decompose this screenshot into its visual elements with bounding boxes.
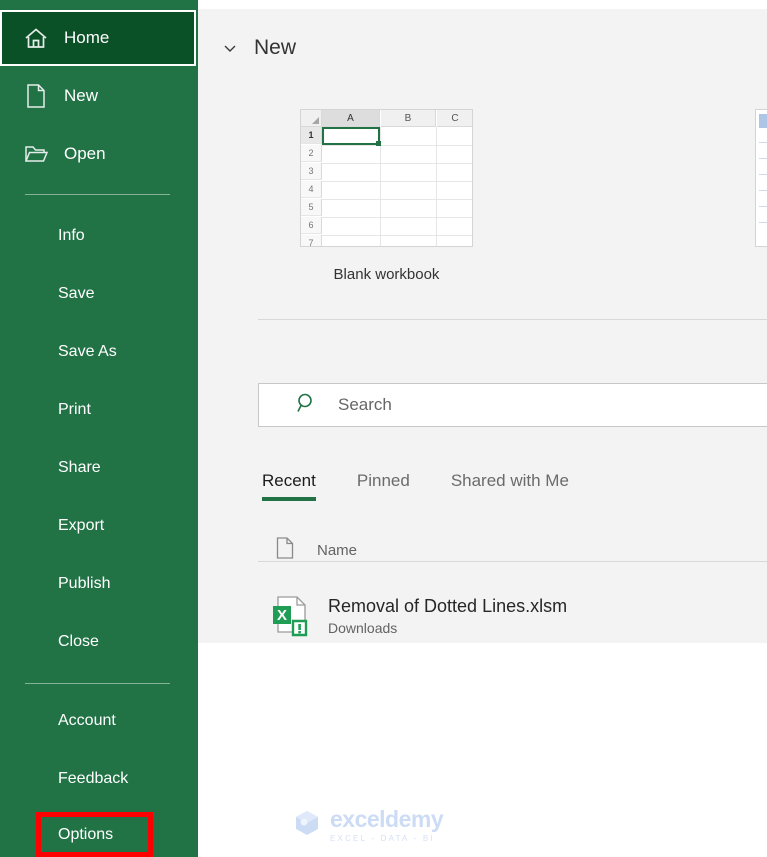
thumb-gridline (322, 217, 472, 218)
file-list-tabs: Recent Pinned Shared with Me (262, 471, 610, 501)
exceldemy-watermark: exceldemy EXCEL - DATA - BI (292, 806, 444, 844)
thumb-gridline (322, 199, 472, 200)
file-meta: Removal of Dotted Lines.xlsm Downloads (328, 596, 567, 636)
thumb-gridline (322, 235, 472, 236)
section-divider (258, 319, 767, 320)
thumb-selected-cell (322, 127, 381, 146)
exceldemy-logo-icon (292, 808, 322, 843)
sidebar-item-account[interactable]: Account (0, 706, 198, 736)
sidebar-item-info[interactable]: Info (0, 221, 198, 251)
backstage-main-panel: New A B C 1 2 3 4 5 6 7 Blank workbook S… (198, 9, 767, 643)
tab-shared-with-me[interactable]: Shared with Me (451, 471, 569, 501)
sidebar-item-new[interactable]: New (0, 81, 198, 111)
column-header-name: Name (317, 542, 358, 559)
page-icon (22, 84, 50, 108)
thumb-col-header-b: B (381, 110, 436, 127)
thumb-gridline (322, 145, 472, 146)
thumb-gridline (759, 158, 767, 159)
thumb-gridline (322, 181, 472, 182)
thumb-col-header-c: C (437, 110, 472, 127)
page-icon (276, 537, 294, 564)
sidebar-divider-2 (25, 683, 170, 684)
excel-macro-file-icon: X (270, 594, 314, 638)
window-top-strip (198, 0, 767, 9)
sidebar-item-label: Print (58, 401, 91, 418)
sidebar-item-label: Open (64, 144, 106, 163)
sidebar-item-label: Info (58, 227, 85, 244)
watermark-tagline: EXCEL - DATA - BI (330, 834, 435, 843)
folder-icon (22, 142, 50, 166)
table-row[interactable]: X Removal of Dotted Lines.xlsm Downloads (270, 587, 767, 645)
sidebar-item-label: Close (58, 633, 99, 650)
sidebar-item-label: Save As (58, 343, 117, 360)
sidebar-item-feedback[interactable]: Feedback (0, 764, 198, 794)
thumb-row-header-6: 6 (301, 217, 322, 234)
thumb-header-band (759, 114, 767, 128)
thumb-gridline (759, 222, 767, 223)
sidebar-item-label: Home (64, 28, 110, 47)
sidebar-item-label: Save (58, 285, 95, 302)
thumb-gridline (759, 190, 767, 191)
sidebar-item-print[interactable]: Print (0, 395, 198, 425)
search-box[interactable]: Search (258, 383, 767, 427)
search-placeholder: Search (338, 395, 392, 414)
sidebar-item-share[interactable]: Share (0, 453, 198, 483)
list-header-divider (258, 561, 767, 562)
thumb-gridline (759, 142, 767, 143)
watermark-text: exceldemy EXCEL - DATA - BI (330, 806, 444, 844)
workbook-canvas-area (198, 643, 767, 857)
thumb-row-header-2: 2 (301, 145, 322, 162)
file-name: Removal of Dotted Lines.xlsm (328, 596, 568, 616)
tab-recent[interactable]: Recent (262, 471, 316, 501)
thumb-gridline (759, 206, 767, 207)
backstage-sidebar: Home New Open Info Save Save As Print Sh… (0, 0, 198, 857)
sidebar-item-export[interactable]: Export (0, 511, 198, 541)
template-blank-workbook[interactable]: A B C 1 2 3 4 5 6 7 Blank workbook (300, 109, 473, 283)
new-section-header[interactable]: New (222, 36, 296, 60)
thumb-gridline (759, 174, 767, 175)
sidebar-item-label: Account (58, 712, 116, 729)
new-section-title: New (254, 36, 297, 59)
template-thumbnail-partial[interactable] (755, 109, 767, 247)
tab-pinned[interactable]: Pinned (357, 471, 410, 501)
sidebar-item-label: Feedback (58, 770, 129, 787)
sidebar-item-label: Share (58, 459, 101, 476)
thumb-row-header-3: 3 (301, 163, 322, 180)
svg-text:X: X (277, 607, 287, 624)
file-location: Downloads (328, 620, 398, 636)
sidebar-divider-1 (25, 194, 170, 195)
sidebar-item-close[interactable]: Close (0, 627, 198, 657)
home-icon (22, 26, 50, 50)
thumb-gridline (322, 163, 472, 164)
search-icon (296, 392, 318, 419)
sidebar-item-save[interactable]: Save (0, 279, 198, 309)
template-thumbnail: A B C 1 2 3 4 5 6 7 (300, 109, 473, 247)
thumb-col-header-a: A (322, 110, 380, 127)
sidebar-item-label: Publish (58, 575, 111, 592)
sidebar-item-publish[interactable]: Publish (0, 569, 198, 599)
chevron-down-icon[interactable] (222, 40, 238, 56)
thumb-row-header-1: 1 (301, 127, 322, 144)
select-all-corner-icon (301, 110, 322, 127)
template-label: Blank workbook (333, 266, 440, 283)
excel-backstage-screen: Home New Open Info Save Save As Print Sh… (0, 0, 767, 857)
list-column-header: Name (276, 537, 357, 564)
options-highlight-annotation (36, 812, 153, 857)
thumb-row-header-4: 4 (301, 181, 322, 198)
sidebar-item-home[interactable]: Home (0, 23, 198, 53)
sidebar-item-label: Export (58, 517, 105, 534)
sidebar-item-save-as[interactable]: Save As (0, 337, 198, 367)
sidebar-item-label: New (64, 86, 99, 105)
thumb-row-header-5: 5 (301, 199, 322, 216)
sidebar-item-open[interactable]: Open (0, 139, 198, 169)
watermark-name: exceldemy (330, 806, 444, 832)
thumb-row-header-7: 7 (301, 235, 322, 246)
